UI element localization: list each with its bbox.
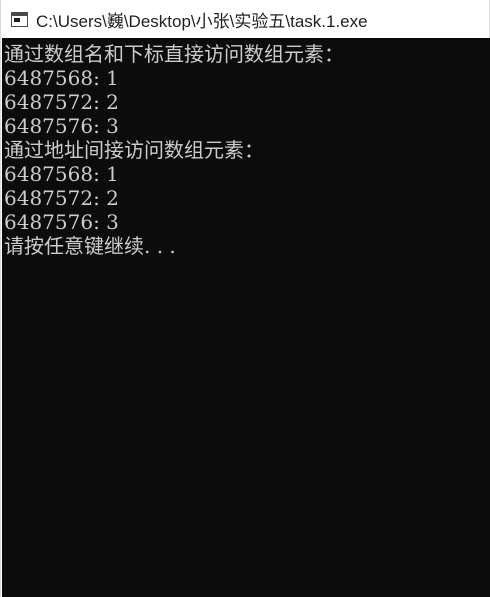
console-line: 6487576: 3 <box>4 114 119 138</box>
console-line: 通过地址间接访问数组元素： <box>4 138 264 162</box>
console-app-icon-glyph <box>14 17 20 22</box>
console-line: 6487572: 2 <box>4 90 119 114</box>
title-bar[interactable]: C:\Users\巍\Desktop\小张\实验五\task.1.exe <box>1 0 489 38</box>
console-line: 6487568: 1 <box>4 162 119 186</box>
console-app-icon <box>11 11 28 27</box>
console-line: 6487576: 3 <box>4 210 119 234</box>
console-line: 请按任意键继续. . . <box>4 234 176 258</box>
console-line: 6487572: 2 <box>4 186 119 210</box>
console-line: 6487568: 1 <box>4 66 119 90</box>
console-window: C:\Users\巍\Desktop\小张\实验五\task.1.exe 通过数… <box>0 0 490 597</box>
console-line: 通过数组名和下标直接访问数组元素： <box>4 42 344 66</box>
window-title: C:\Users\巍\Desktop\小张\实验五\task.1.exe <box>36 11 368 31</box>
console-output[interactable]: 通过数组名和下标直接访问数组元素： 6487568: 1 6487572: 2 … <box>2 38 490 597</box>
